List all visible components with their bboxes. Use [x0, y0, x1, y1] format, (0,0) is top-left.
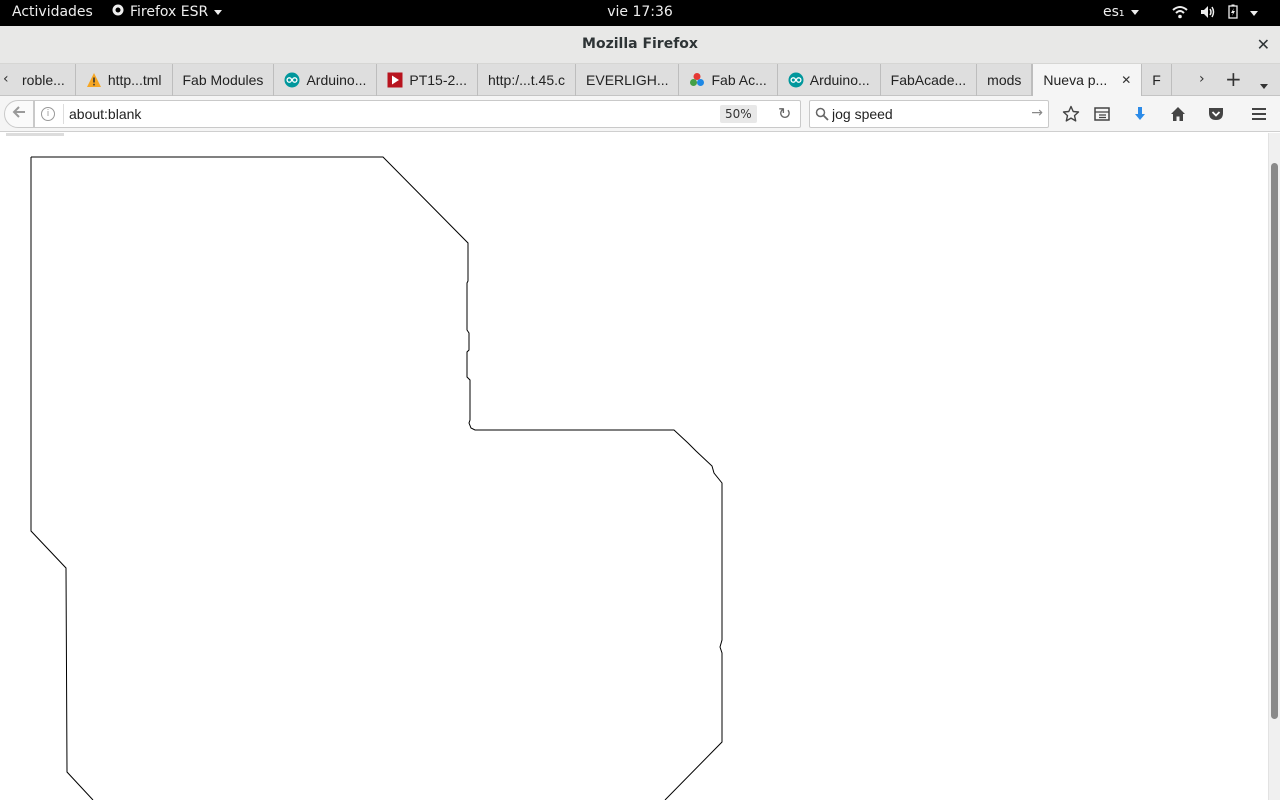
tab[interactable]: EVERLIGH...: [576, 64, 680, 96]
tab-label: http:/...t.45.c: [487, 72, 566, 88]
home-icon: [1171, 107, 1185, 121]
hamburger-menu-button[interactable]: [1247, 102, 1271, 126]
tab-list: roble... http...tml Fab Modules Arduino... P…: [18, 64, 1193, 96]
search-input[interactable]: [832, 104, 1027, 124]
url-separator: [63, 104, 64, 124]
chevron-down-icon: [1250, 11, 1258, 16]
tab[interactable]: FabAcade...: [881, 64, 978, 96]
arrow-right-icon[interactable]: →: [1031, 105, 1043, 121]
tab[interactable]: Arduino...: [778, 64, 881, 96]
zoom-indicator[interactable]: 50%: [720, 105, 757, 123]
system-menu[interactable]: [1172, 4, 1258, 23]
tab-list-menu-button[interactable]: [1260, 77, 1268, 93]
tab-label: EVERLIGH...: [586, 72, 669, 88]
tab-label: Fab Ac...: [711, 72, 767, 88]
download-arrow-icon: [1135, 107, 1145, 120]
language-label: es₁: [1103, 4, 1125, 20]
system-top-bar: Actividades Firefox ESR vie 17:36 es₁: [0, 0, 1280, 26]
tab-strip: ‹ roble... http...tml Fab Modules Arduino..…: [0, 64, 1280, 96]
tab[interactable]: Arduino...: [274, 64, 378, 96]
clock[interactable]: vie 17:36: [607, 4, 673, 20]
bookmark-star-button[interactable]: [1059, 102, 1083, 126]
tab[interactable]: mods: [977, 64, 1033, 96]
home-button[interactable]: [1166, 102, 1190, 126]
window-title: Mozilla Firefox: [582, 36, 698, 52]
tab-active[interactable]: Nueva p... ✕: [1032, 64, 1143, 96]
red-play-icon: [387, 72, 403, 88]
page-content: [0, 133, 1268, 800]
toolpath-outline: [31, 156, 723, 800]
tab[interactable]: PT15-2...: [377, 64, 478, 96]
pocket-button[interactable]: [1204, 102, 1228, 126]
back-button[interactable]: [4, 100, 34, 128]
volume-icon: [1200, 5, 1216, 23]
tab-label: http...tml: [107, 72, 162, 88]
library-button[interactable]: [1090, 102, 1114, 126]
tab-label: Arduino...: [809, 72, 870, 88]
battery-icon: [1228, 4, 1238, 23]
tab-label: Nueva p...: [1043, 72, 1108, 88]
firefox-icon: [112, 4, 124, 20]
info-icon[interactable]: i: [41, 107, 55, 121]
chevron-left-icon[interactable]: ‹: [3, 71, 9, 87]
pocket-icon: [1209, 108, 1223, 120]
tab[interactable]: Fab Ac...: [679, 64, 778, 96]
tab-label: Fab Modules: [182, 72, 264, 88]
search-bar[interactable]: →: [809, 100, 1049, 128]
tab[interactable]: Fab Modules: [173, 64, 275, 96]
arrow-left-icon: [12, 106, 25, 118]
chevron-right-icon[interactable]: ›: [1199, 71, 1205, 87]
language-selector[interactable]: es₁: [1103, 4, 1139, 20]
url-text[interactable]: about:blank: [69, 106, 141, 122]
close-tab-icon[interactable]: ✕: [1121, 73, 1131, 87]
warning-icon: [86, 72, 102, 88]
tab-label: FabAcade...: [890, 72, 967, 88]
menu-icon: [1252, 108, 1266, 120]
tab-label: roble...: [22, 72, 65, 88]
url-bar[interactable]: i about:blank 50% ↻: [34, 100, 801, 128]
toolpath-drawing: [6, 133, 723, 800]
navigation-toolbar: i about:blank 50% ↻ →: [0, 96, 1280, 132]
page-fragment: [6, 133, 64, 136]
downloads-button[interactable]: [1128, 102, 1152, 126]
scrollbar-thumb[interactable]: [1271, 163, 1278, 719]
chevron-down-icon: [1130, 9, 1139, 15]
new-tab-button[interactable]: +: [1225, 67, 1242, 91]
tab[interactable]: F: [1142, 64, 1172, 96]
tab-label: PT15-2...: [409, 72, 467, 88]
arduino-icon: [284, 72, 300, 88]
chevron-down-icon: [1260, 84, 1268, 89]
window-title-bar: Mozilla Firefox ✕: [0, 26, 1280, 64]
arduino-icon: [788, 72, 804, 88]
app-menu-label: Firefox ESR: [130, 4, 209, 20]
tab-label: F: [1152, 72, 1161, 88]
tab[interactable]: http...tml: [76, 64, 173, 96]
close-window-button[interactable]: ✕: [1257, 35, 1270, 54]
reload-icon[interactable]: ↻: [778, 104, 791, 123]
toolpath-outline-left: [30, 157, 94, 800]
fablab-icon: [689, 72, 705, 88]
vertical-scrollbar[interactable]: [1268, 133, 1280, 800]
chevron-down-icon: [214, 9, 223, 15]
star-icon: [1062, 105, 1080, 122]
app-menu-button[interactable]: Firefox ESR: [112, 4, 223, 20]
wifi-icon: [1172, 5, 1188, 23]
tab[interactable]: http:/...t.45.c: [478, 64, 577, 96]
bookmarks-list-icon: [1094, 107, 1110, 121]
tab-label: mods: [987, 72, 1022, 88]
tab[interactable]: roble...: [18, 64, 76, 96]
tab-label: Arduino...: [306, 72, 367, 88]
search-icon: [815, 107, 829, 125]
activities-button[interactable]: Actividades: [12, 4, 93, 20]
